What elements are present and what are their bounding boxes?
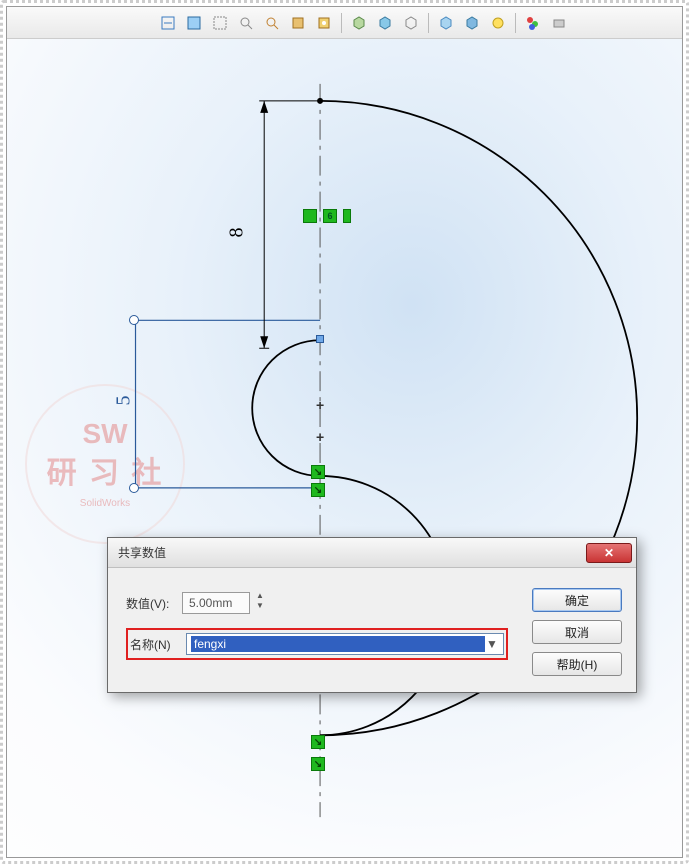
toolbar-separator bbox=[428, 13, 429, 33]
shared-value-dialog: 共享数值 ✕ 数值(V): ▲ ▼ bbox=[107, 537, 637, 693]
name-input[interactable] bbox=[191, 636, 485, 652]
tb-view-refresh[interactable] bbox=[157, 12, 179, 34]
tb-shaded-edges[interactable] bbox=[374, 12, 396, 34]
dimension-value-main[interactable]: 8 bbox=[226, 228, 249, 238]
badge-small: 6 bbox=[327, 211, 332, 221]
help-button[interactable]: 帮助(H) bbox=[532, 652, 622, 676]
endpoint-top-inner[interactable] bbox=[316, 335, 324, 343]
main-toolbar bbox=[7, 7, 682, 39]
center-point-2: + bbox=[316, 429, 324, 445]
constraint-marker-3[interactable] bbox=[343, 209, 351, 223]
value-label: 数值(V): bbox=[126, 595, 172, 612]
dialog-fields: 数值(V): ▲ ▼ 名称(N) ▼ bbox=[122, 588, 512, 676]
constraint-coincident-2[interactable]: ↘ bbox=[311, 483, 325, 497]
constraint-coincident-1[interactable]: ↘ bbox=[311, 465, 325, 479]
dialog-buttons: 确定 取消 帮助(H) bbox=[532, 588, 622, 676]
value-row: 数值(V): ▲ ▼ bbox=[126, 592, 508, 614]
tb-apply-color[interactable] bbox=[548, 12, 570, 34]
dialog-titlebar[interactable]: 共享数值 ✕ bbox=[108, 538, 636, 568]
tb-pan[interactable] bbox=[287, 12, 309, 34]
tb-view-section[interactable] bbox=[209, 12, 231, 34]
endpoint-ext-top[interactable] bbox=[129, 315, 139, 325]
tb-zoom-window[interactable] bbox=[261, 12, 283, 34]
ok-button[interactable]: 确定 bbox=[532, 588, 622, 612]
value-spinner: ▲ ▼ bbox=[182, 592, 266, 614]
cancel-button[interactable]: 取消 bbox=[532, 620, 622, 644]
dialog-close-button[interactable]: ✕ bbox=[586, 543, 632, 563]
constraint-marker-2[interactable]: 6 bbox=[323, 209, 337, 223]
tb-perspective[interactable] bbox=[487, 12, 509, 34]
toolbar-separator bbox=[515, 13, 516, 33]
endpoint-ext-bottom[interactable] bbox=[129, 483, 139, 493]
tb-zoom-fit[interactable] bbox=[235, 12, 257, 34]
dialog-body: 数值(V): ▲ ▼ 名称(N) ▼ bbox=[108, 568, 636, 692]
name-row-highlighted: 名称(N) ▼ bbox=[126, 628, 508, 660]
tb-shaded[interactable] bbox=[348, 12, 370, 34]
constraint-coincident-4[interactable]: ↘ bbox=[311, 757, 325, 771]
constraint-coincident-3[interactable]: ↘ bbox=[311, 735, 325, 749]
value-input[interactable] bbox=[182, 592, 250, 614]
close-icon: ✕ bbox=[604, 546, 614, 560]
center-point-1: + bbox=[316, 397, 324, 413]
dimension-value-secondary[interactable]: 5 bbox=[113, 396, 136, 406]
spin-down-icon[interactable]: ▼ bbox=[254, 602, 266, 612]
tb-hidden-removed[interactable] bbox=[435, 12, 457, 34]
tb-wireframe[interactable] bbox=[400, 12, 422, 34]
name-combobox[interactable]: ▼ bbox=[186, 633, 504, 655]
dialog-title: 共享数值 bbox=[118, 544, 586, 561]
tb-rotate[interactable] bbox=[313, 12, 335, 34]
combo-dropdown-icon[interactable]: ▼ bbox=[485, 637, 499, 651]
tb-hidden-visible[interactable] bbox=[461, 12, 483, 34]
sketch-canvas[interactable]: SW 研 习 社 SolidWorks 8 bbox=[7, 39, 682, 857]
tb-shadow[interactable] bbox=[522, 12, 544, 34]
sketch-graphics bbox=[7, 39, 682, 857]
app-frame: SW 研 习 社 SolidWorks 8 bbox=[6, 6, 683, 858]
constraint-marker-1[interactable] bbox=[303, 209, 317, 223]
name-label: 名称(N) bbox=[130, 636, 176, 653]
tb-view-front[interactable] bbox=[183, 12, 205, 34]
toolbar-separator bbox=[341, 13, 342, 33]
